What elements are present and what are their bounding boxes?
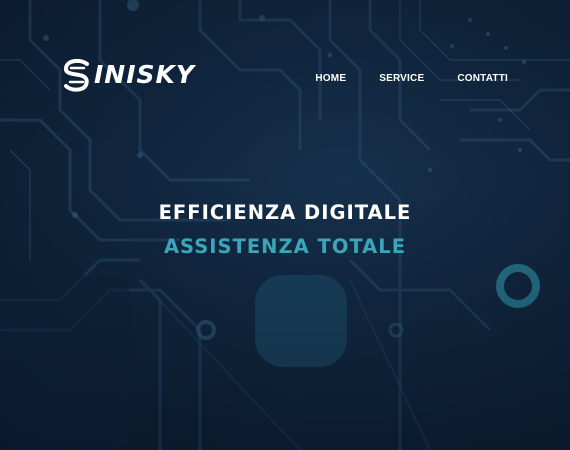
hero-subtitle: ASSISTENZA TOTALE (163, 235, 407, 258)
brand-name: INISKY (94, 60, 196, 89)
nav-link-service[interactable]: SERVICE (379, 73, 424, 84)
hero-title: EFFICIENZA DIGITALE (158, 201, 412, 224)
brand-logo[interactable]: INISKY (62, 58, 195, 92)
nav-link-home[interactable]: HOME (315, 73, 346, 84)
main-nav: HOME SERVICE CONTATTI (282, 73, 508, 84)
nav-link-contatti[interactable]: CONTATTI (457, 73, 508, 84)
s-swirl-logo-icon (63, 58, 89, 92)
hero-headline: EFFICIENZA DIGITALE ASSISTENZA TOTALE (0, 196, 570, 264)
